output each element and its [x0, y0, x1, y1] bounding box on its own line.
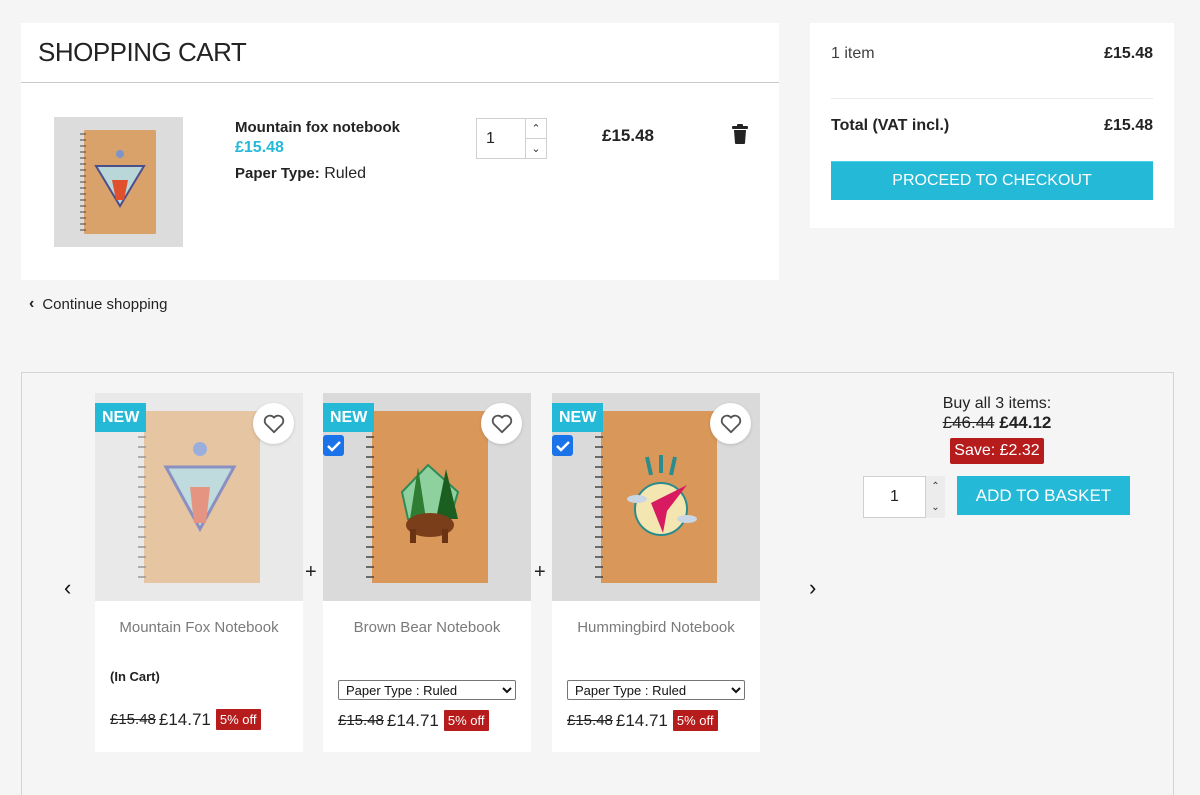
cart-item-unit-price: £15.48 — [235, 139, 284, 156]
summary-total-label: Total (VAT incl.) — [831, 117, 950, 134]
cart-item-attribute: Paper Type: Ruled — [235, 165, 400, 183]
cart-quantity-stepper: ⌃ ⌄ — [476, 118, 547, 159]
bundle-product-card: NEW Hummingbird Notebook Paper Type : Ru… — [552, 393, 760, 752]
quantity-spinner: ⌃ ⌄ — [526, 119, 546, 158]
new-price: £14.71 — [158, 709, 211, 729]
page-title: SHOPPING CART — [38, 37, 247, 67]
product-name[interactable]: Brown Bear Notebook — [323, 619, 531, 636]
cart-item-name[interactable]: Mountain fox notebook — [235, 119, 400, 136]
fox-notebook-image — [79, 130, 156, 234]
bundle-checkbox[interactable] — [323, 435, 344, 456]
continue-shopping-link[interactable]: ‹ Continue shopping — [29, 295, 167, 313]
carousel-next-icon[interactable]: › — [809, 575, 816, 601]
bundle-prices: £46.44 £44.12 — [864, 413, 1130, 433]
old-price: £15.48 — [110, 711, 156, 728]
paper-type-select[interactable]: Paper Type : Ruled — [567, 680, 745, 700]
summary-items-row: 1 item £15.48 — [831, 45, 1153, 63]
product-price: £15.48 £14.71 5% off — [567, 710, 718, 731]
increment-icon[interactable]: ⌃ — [526, 119, 546, 139]
summary-total-value: £15.48 — [1104, 117, 1153, 134]
wishlist-heart-icon[interactable] — [710, 403, 751, 444]
plus-icon: + — [305, 561, 317, 583]
cart-item-image[interactable] — [54, 117, 183, 247]
bear-notebook-image — [366, 411, 488, 583]
product-name[interactable]: Hummingbird Notebook — [552, 619, 760, 636]
plus-icon: + — [534, 561, 546, 583]
old-price: £15.48 — [567, 712, 613, 729]
add-to-basket-button[interactable]: ADD TO BASKET — [957, 476, 1130, 515]
hummingbird-notebook-image — [595, 411, 717, 583]
bundle-checkbox[interactable] — [552, 435, 573, 456]
cart-item-info: Mountain fox notebook £15.48 Paper Type:… — [235, 119, 400, 183]
attribute-label: Paper Type: — [235, 165, 320, 182]
bundle-quantity-stepper: ⌃ ⌄ — [863, 476, 945, 518]
new-badge: NEW — [95, 403, 147, 432]
chevron-left-icon: ‹ — [29, 295, 35, 312]
bundle-product-card: NEW Brown Bear Notebook Paper Type : Rul… — [323, 393, 531, 752]
paper-type-select[interactable]: Paper Type : Ruled — [338, 680, 516, 700]
trash-icon[interactable] — [732, 124, 748, 144]
decrement-icon[interactable]: ⌄ — [526, 139, 546, 158]
decrement-icon[interactable]: ⌄ — [926, 497, 945, 518]
bundle-old-total: £46.44 — [942, 413, 995, 432]
product-price: £15.48 £14.71 5% off — [338, 710, 489, 731]
cart-card: SHOPPING CART Mountain fox notebook £15.… — [21, 23, 779, 280]
cart-summary: 1 item £15.48 Total (VAT incl.) £15.48 P… — [810, 23, 1174, 228]
cart-header: SHOPPING CART — [21, 23, 779, 83]
buy-all-label: Buy all 3 items: — [942, 395, 1052, 412]
discount-badge: 5% off — [443, 710, 489, 731]
summary-items-value: £15.48 — [1104, 45, 1153, 62]
wishlist-heart-icon[interactable] — [481, 403, 522, 444]
attribute-value: Ruled — [324, 165, 367, 182]
summary-divider — [831, 98, 1153, 99]
carousel-prev-icon[interactable]: ‹ — [64, 575, 71, 601]
new-price: £14.71 — [386, 710, 439, 730]
old-price: £15.48 — [338, 712, 384, 729]
wishlist-heart-icon[interactable] — [253, 403, 294, 444]
buy-all-panel: Buy all 3 items: £46.44 £44.12 Save: £2.… — [864, 395, 1130, 464]
summary-total-row: Total (VAT incl.) £15.48 — [831, 117, 1153, 135]
in-cart-label: (In Cart) — [110, 669, 160, 684]
save-badge: Save: £2.32 — [950, 438, 1044, 464]
bundle-new-total: £44.12 — [999, 413, 1052, 432]
bundle-product-card: NEW Mountain Fox Notebook (In Cart) £15.… — [95, 393, 303, 752]
product-price: £15.48 £14.71 5% off — [110, 709, 261, 730]
product-name[interactable]: Mountain Fox Notebook — [95, 619, 303, 636]
new-badge: NEW — [323, 403, 375, 432]
bundle-quantity-input[interactable] — [863, 476, 926, 518]
new-badge: NEW — [552, 403, 604, 432]
bundle-section: ‹ › NEW Mountain Fox Notebook (In Cart) … — [21, 372, 1174, 795]
cart-item-total: £15.48 — [602, 126, 654, 145]
fox-notebook-image — [138, 411, 260, 583]
new-price: £14.71 — [615, 710, 668, 730]
summary-items-label: 1 item — [831, 45, 875, 62]
cart-quantity-input[interactable] — [477, 119, 526, 158]
discount-badge: 5% off — [672, 710, 718, 731]
proceed-to-checkout-button[interactable]: PROCEED TO CHECKOUT — [831, 161, 1153, 200]
continue-shopping-label: Continue shopping — [42, 295, 168, 313]
increment-icon[interactable]: ⌃ — [926, 476, 945, 497]
discount-badge: 5% off — [215, 709, 261, 730]
quantity-spinner: ⌃ ⌄ — [926, 476, 945, 518]
